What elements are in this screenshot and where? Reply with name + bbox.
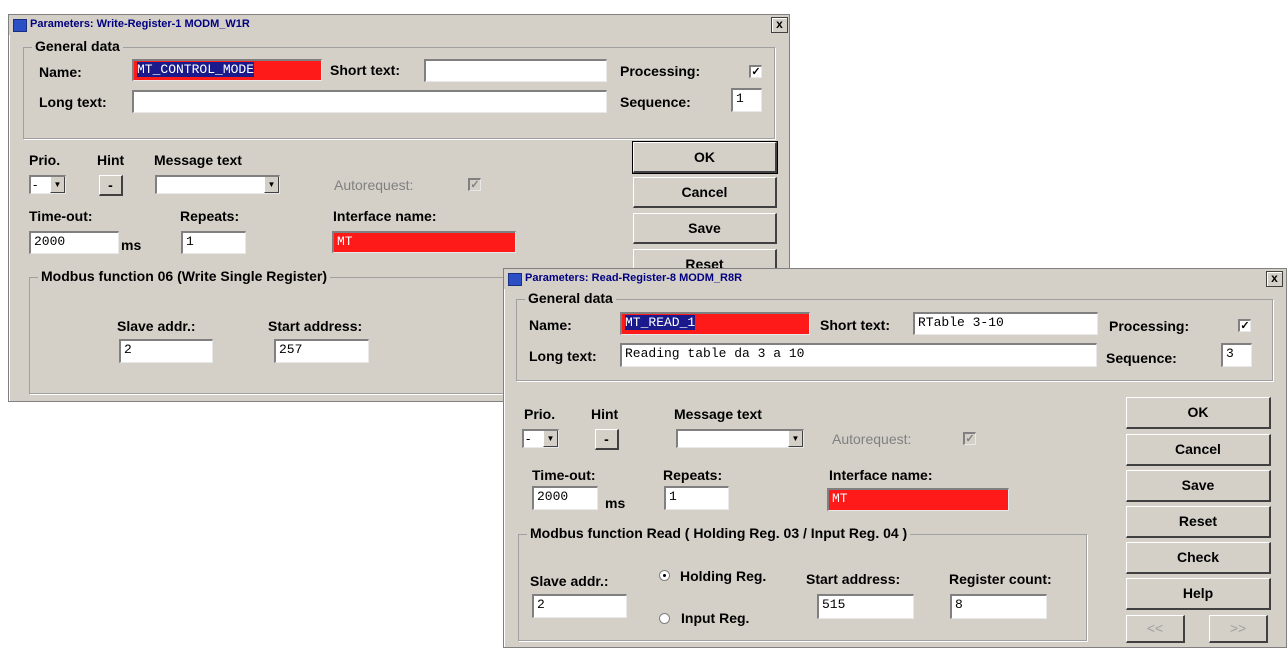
cancel-button[interactable]: Cancel [1126,434,1271,466]
prio-dropdown[interactable]: - ▼ [522,429,559,448]
start-address-label: Start address: [268,318,363,334]
message-text-dropdown[interactable]: ▼ [155,175,280,194]
processing-label: Processing: [620,63,701,79]
ms-label: ms [121,237,142,253]
timeout-label: Time-out: [29,208,93,224]
repeats-label: Repeats: [180,208,240,224]
short-text-field[interactable]: RTable 3-10 [913,312,1098,335]
ms-label: ms [605,495,626,511]
ok-button[interactable]: OK [632,141,778,174]
message-text-dropdown[interactable]: ▼ [676,429,804,448]
hint-button[interactable]: - [99,175,123,196]
autorequest-checkbox: ✓ [468,178,481,191]
window-icon [508,273,522,286]
long-text-label: Long text: [529,348,597,364]
name-label: Name: [529,317,572,333]
hint-label: Hint [97,152,125,168]
message-text-label: Message text [674,406,762,422]
close-icon[interactable]: x [771,17,788,33]
input-reg-radio[interactable] [659,613,670,624]
processing-checkbox[interactable]: ✓ [1238,319,1251,332]
interface-name-label: Interface name: [333,208,437,224]
save-button[interactable]: Save [1126,470,1271,502]
register-count-field[interactable]: 8 [950,594,1047,619]
interface-name-label: Interface name: [829,467,933,483]
message-text-label: Message text [154,152,242,168]
name-field[interactable]: MT_CONTROL_MODE [132,59,322,81]
prio-value: - [33,177,38,192]
short-text-label: Short text: [330,62,400,78]
prio-dropdown[interactable]: - ▼ [29,175,66,194]
prio-value: - [526,431,531,446]
next-button[interactable]: >> [1209,615,1268,643]
sequence-label: Sequence: [620,94,691,110]
start-address-field[interactable]: 257 [274,339,369,363]
repeats-field[interactable]: 1 [664,486,729,510]
timeout-field[interactable]: 2000 [29,231,119,254]
name-value: MT_CONTROL_MODE [137,62,255,77]
name-field[interactable]: MT_READ_1 [620,312,810,335]
read-register-dialog: Parameters: Read-Register-8 MODM_R8R x G… [503,268,1287,648]
window-title: Parameters: Write-Register-1 MODM_W1R [30,18,250,30]
holding-reg-radio[interactable] [659,570,670,581]
processing-checkbox[interactable]: ✓ [749,65,762,78]
title-bar[interactable]: Parameters: Write-Register-1 MODM_W1R x [9,15,789,35]
chevron-down-icon[interactable]: ▼ [788,431,803,447]
modbus-function-title: Modbus function 06 (Write Single Registe… [38,268,330,284]
autorequest-checkbox: ✓ [963,432,976,445]
repeats-label: Repeats: [663,467,723,483]
holding-reg-label[interactable]: Holding Reg. [680,568,766,584]
start-address-label: Start address: [806,571,901,587]
help-button[interactable]: Help [1126,578,1271,610]
name-label: Name: [39,64,82,80]
slave-addr-field[interactable]: 2 [532,594,627,618]
slave-addr-label: Slave addr.: [117,318,196,334]
register-count-label: Register count: [949,571,1052,587]
short-text-field[interactable] [424,59,607,82]
general-data-title: General data [525,290,616,306]
chevron-down-icon[interactable]: ▼ [543,431,558,447]
sequence-field[interactable]: 1 [731,88,762,112]
long-text-field[interactable]: Reading table da 3 a 10 [620,343,1097,367]
sequence-field[interactable]: 3 [1221,343,1252,367]
hint-label: Hint [591,406,619,422]
ok-button[interactable]: OK [1126,397,1271,429]
reset-button[interactable]: Reset [1126,506,1271,538]
modbus-function-title: Modbus function Read ( Holding Reg. 03 /… [527,525,911,541]
repeats-field[interactable]: 1 [181,231,246,254]
prio-label: Prio. [29,152,61,168]
input-reg-label[interactable]: Input Reg. [681,610,749,626]
timeout-field[interactable]: 2000 [532,486,598,510]
short-text-label: Short text: [820,317,890,333]
window-title: Parameters: Read-Register-8 MODM_R8R [525,272,743,284]
hint-button[interactable]: - [595,429,619,450]
close-icon[interactable]: x [1266,271,1283,287]
general-data-title: General data [32,38,123,54]
long-text-label: Long text: [39,94,107,110]
window-icon [13,19,27,32]
prio-label: Prio. [524,406,556,422]
title-bar[interactable]: Parameters: Read-Register-8 MODM_R8R x [504,269,1286,289]
cancel-button[interactable]: Cancel [633,177,777,208]
save-button[interactable]: Save [633,213,777,244]
interface-name-field[interactable]: MT [827,488,1009,511]
slave-addr-label: Slave addr.: [530,573,609,589]
long-text-field[interactable] [132,90,607,113]
interface-name-field[interactable]: MT [332,231,516,253]
timeout-label: Time-out: [532,467,596,483]
previous-button[interactable]: << [1126,615,1185,643]
autorequest-label: Autorequest: [832,431,912,447]
chevron-down-icon[interactable]: ▼ [50,177,65,193]
chevron-down-icon[interactable]: ▼ [264,177,279,193]
processing-label: Processing: [1109,318,1190,334]
autorequest-label: Autorequest: [334,177,414,193]
name-value: MT_READ_1 [625,315,696,330]
check-button[interactable]: Check [1126,542,1271,574]
slave-addr-field[interactable]: 2 [119,339,213,363]
start-address-field[interactable]: 515 [817,594,914,619]
sequence-label: Sequence: [1106,350,1177,366]
